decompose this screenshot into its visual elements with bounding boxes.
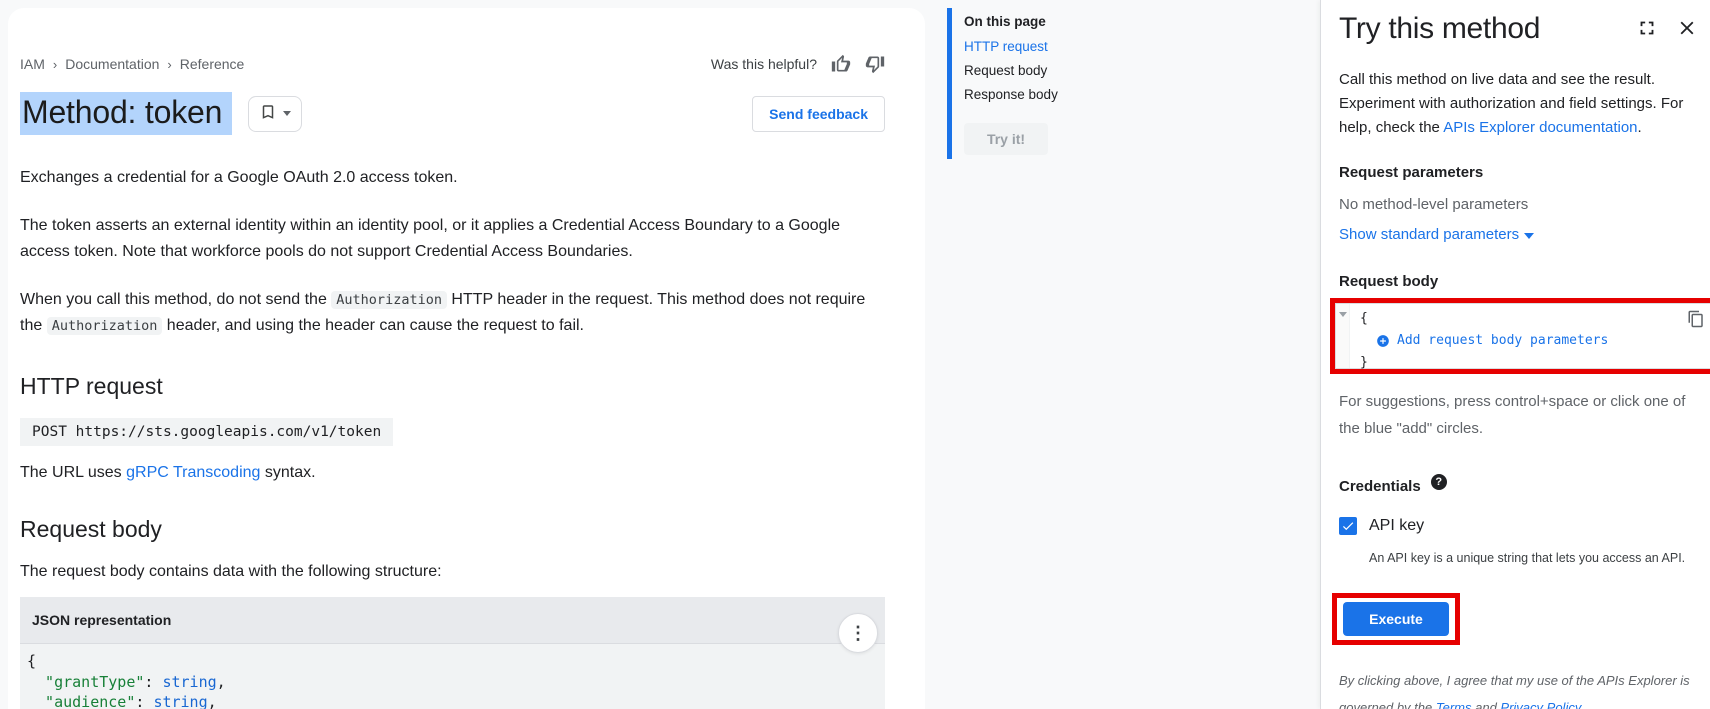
grpc-transcoding-link[interactable]: gRPC Transcoding xyxy=(126,464,260,481)
credentials-heading: Credentials xyxy=(1339,478,1421,495)
thumb-up-icon[interactable] xyxy=(831,54,851,74)
helpful-question: Was this helpful? xyxy=(711,56,817,72)
chevron-right-icon: › xyxy=(167,57,171,72)
panel-request-body-heading: Request body xyxy=(1339,273,1694,290)
grpc-text: The URL uses xyxy=(20,464,126,481)
terms-link[interactable]: Terms xyxy=(1436,700,1472,709)
grpc-line: The URL uses gRPC Transcoding syntax. xyxy=(20,464,885,482)
credentials-row: Credentials ? xyxy=(1339,478,1694,495)
summary-paragraph: Exchanges a credential for a Google OAut… xyxy=(20,165,882,191)
top-row: IAM › Documentation › Reference Was this… xyxy=(20,54,885,74)
was-this-helpful: Was this helpful? xyxy=(711,54,885,74)
panel-intro: Call this method on live data and see th… xyxy=(1339,68,1694,140)
no-parameters-text: No method-level parameters xyxy=(1339,196,1694,213)
breadcrumb: IAM › Documentation › Reference xyxy=(20,56,244,72)
help-icon[interactable]: ? xyxy=(1431,474,1447,490)
authorization-code-chip: Authorization xyxy=(47,317,163,335)
request-body-editor[interactable]: { Add request body parameters } xyxy=(1335,303,1710,369)
page-title: Method: token xyxy=(20,92,232,135)
privacy-policy-link[interactable]: Privacy Policy xyxy=(1500,700,1580,709)
intro-text: . xyxy=(1638,119,1642,136)
api-key-checkbox[interactable] xyxy=(1339,517,1357,535)
fullscreen-icon[interactable] xyxy=(1636,17,1658,39)
more-options-button[interactable]: ⋮ xyxy=(838,613,878,653)
code-line: "grantType": string, xyxy=(27,672,885,693)
title-row: Method: token Send feedback xyxy=(20,92,885,135)
breadcrumb-reference[interactable]: Reference xyxy=(180,56,245,72)
toc-title: On this page xyxy=(964,14,1197,29)
api-key-row: API key xyxy=(1339,517,1694,535)
authorization-code-chip: Authorization xyxy=(331,291,447,309)
authorization-note-paragraph: When you call this method, do not send t… xyxy=(20,287,882,339)
footer-text: and xyxy=(1472,700,1501,709)
toc-link-response-body[interactable]: Response body xyxy=(964,87,1197,102)
show-standard-label: Show standard parameters xyxy=(1339,226,1519,243)
editor-line-close: } xyxy=(1360,352,1608,374)
try-this-method-panel: Try this method Call this method on live… xyxy=(1320,0,1710,709)
add-circle-icon xyxy=(1376,334,1390,348)
note-text: header, and using the header can cause t… xyxy=(162,317,584,334)
caret-down-icon xyxy=(283,111,291,116)
check-icon xyxy=(1341,519,1355,533)
toc-link-request-body[interactable]: Request body xyxy=(964,63,1197,78)
code-line: { xyxy=(27,651,885,672)
add-request-body-parameters-link[interactable]: Add request body parameters xyxy=(1360,330,1608,352)
api-key-label[interactable]: API key xyxy=(1369,517,1424,535)
editor-code: { Add request body parameters } xyxy=(1350,304,1608,368)
execute-annotation-box: Execute xyxy=(1332,593,1460,645)
suggestions-text: For suggestions, press control+space or … xyxy=(1339,388,1694,442)
send-feedback-button[interactable]: Send feedback xyxy=(752,96,885,132)
apis-explorer-doc-link[interactable]: APIs Explorer documentation xyxy=(1443,119,1637,136)
http-request-heading: HTTP request xyxy=(20,373,885,400)
description-paragraph: The token asserts an external identity w… xyxy=(20,213,882,265)
add-parameters-label: Add request body parameters xyxy=(1397,330,1608,352)
execute-button[interactable]: Execute xyxy=(1343,602,1449,636)
note-text: When you call this method, do not send t… xyxy=(20,291,331,308)
code-line: "audience": string, xyxy=(27,692,885,709)
bookmark-icon xyxy=(259,103,277,124)
request-body-annotation-box: { Add request body parameters } xyxy=(1330,298,1710,374)
json-representation-table: JSON representation { "grantType": strin… xyxy=(20,597,885,709)
footer-text: . xyxy=(1580,700,1584,709)
json-representation-header: JSON representation xyxy=(20,597,885,644)
request-body-intro: The request body contains data with the … xyxy=(20,563,885,581)
more-vert-icon: ⋮ xyxy=(849,624,867,642)
chevron-down-icon xyxy=(1524,233,1534,239)
copy-icon[interactable] xyxy=(1687,310,1705,328)
toc-link-http-request[interactable]: HTTP request xyxy=(964,39,1197,54)
bookmark-button[interactable] xyxy=(248,96,302,132)
on-this-page-nav: On this page HTTP request Request body R… xyxy=(947,8,1197,159)
breadcrumb-iam[interactable]: IAM xyxy=(20,56,45,72)
breadcrumb-documentation[interactable]: Documentation xyxy=(65,56,159,72)
thumb-down-icon[interactable] xyxy=(865,54,885,74)
show-standard-parameters-link[interactable]: Show standard parameters xyxy=(1339,226,1694,243)
chevron-right-icon: › xyxy=(53,57,57,72)
request-body-heading: Request body xyxy=(20,516,885,543)
api-key-description: An API key is a unique string that lets … xyxy=(1369,551,1694,565)
documentation-card: IAM › Documentation › Reference Was this… xyxy=(8,8,925,709)
request-parameters-heading: Request parameters xyxy=(1339,164,1694,181)
json-code-block: { "grantType": string, "audience": strin… xyxy=(20,644,885,709)
editor-line-open: { xyxy=(1360,308,1608,330)
http-request-code: POST https://sts.googleapis.com/v1/token xyxy=(20,418,393,446)
try-it-button[interactable]: Try it! xyxy=(964,123,1048,155)
close-icon[interactable] xyxy=(1676,17,1698,39)
panel-footer: By clicking above, I agree that my use o… xyxy=(1339,667,1694,709)
grpc-text: syntax. xyxy=(260,464,315,481)
fold-arrow-icon[interactable] xyxy=(1339,312,1347,317)
editor-gutter xyxy=(1336,304,1350,368)
